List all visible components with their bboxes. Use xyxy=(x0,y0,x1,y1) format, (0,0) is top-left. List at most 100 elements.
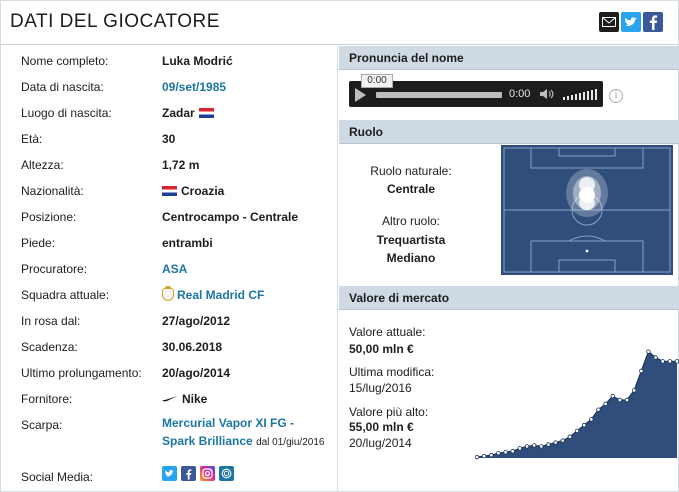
player-data-panel: DATI DEL GIOCATORE Nome completo: Luka M… xyxy=(0,0,679,492)
info-icon[interactable]: i xyxy=(609,89,623,103)
facebook-icon[interactable] xyxy=(643,12,663,32)
market-value-title: Valore di mercato xyxy=(349,291,450,305)
value-point[interactable] xyxy=(481,453,487,459)
row-full-name: Nome completo: Luka Modrić xyxy=(1,47,338,73)
real-madrid-crest-icon xyxy=(162,286,174,301)
position-heat xyxy=(566,169,608,217)
audio-time: 0:00 xyxy=(509,88,531,100)
volume-icon[interactable] xyxy=(539,88,555,100)
current-value: 50,00 mln € xyxy=(349,342,414,356)
row-supplier: Fornitore: Nike xyxy=(1,385,338,411)
row-height: Altezza: 1,72 m xyxy=(1,151,338,177)
value-point[interactable] xyxy=(553,440,558,445)
value-point[interactable] xyxy=(560,438,565,443)
agent-label: Procuratore: xyxy=(21,262,88,276)
position-value: Centrocampo - Centrale xyxy=(162,210,299,224)
volume-slider[interactable] xyxy=(563,89,597,100)
birth-date-link[interactable]: 09/set/1985 xyxy=(162,80,226,94)
row-boot: Scarpa: Mercurial Vapor XI FG - Spark Br… xyxy=(1,411,338,455)
contract-label: Scadenza: xyxy=(21,340,78,354)
row-extension: Ultimo prolungamento: 20/ago/2014 xyxy=(1,359,338,385)
height-label: Altezza: xyxy=(21,158,64,172)
facebook-icon[interactable] xyxy=(181,466,196,481)
club-text: Real Madrid CF xyxy=(177,288,265,302)
supplier-value: Nike xyxy=(162,392,207,406)
value-point[interactable] xyxy=(496,450,501,456)
twitter-icon[interactable] xyxy=(162,466,177,481)
row-agent: Procuratore: ASA xyxy=(1,255,338,281)
row-social: Social Media: xyxy=(1,463,338,489)
twitter-icon[interactable] xyxy=(621,12,641,32)
other-role-value-2: Mediano xyxy=(386,251,436,265)
row-birth-place: Luogo di nascita: Zadar xyxy=(1,99,338,125)
value-point[interactable] xyxy=(489,452,494,458)
value-point[interactable] xyxy=(674,359,679,364)
website-icon[interactable] xyxy=(219,466,234,481)
value-point[interactable] xyxy=(646,349,651,354)
birth-date-label: Data di nascita: xyxy=(21,80,104,94)
value-point[interactable] xyxy=(567,434,573,439)
value-point[interactable] xyxy=(617,397,623,403)
extension-value: 20/ago/2014 xyxy=(162,366,231,380)
value-point[interactable] xyxy=(510,449,515,454)
boot-label: Scarpa: xyxy=(21,418,63,432)
play-icon[interactable] xyxy=(355,88,366,102)
value-point[interactable] xyxy=(624,397,630,403)
last-change-date: 15/lug/2016 xyxy=(349,381,412,395)
nike-swoosh-icon xyxy=(162,396,178,402)
birth-place-text: Zadar xyxy=(162,106,195,120)
audio-progress-bar[interactable] xyxy=(376,92,502,98)
full-name-label: Nome completo: xyxy=(21,54,109,68)
side-column: Pronuncia del nome 0:00 0:00 i Ruolo Ruo… xyxy=(339,46,679,492)
croatia-flag-icon xyxy=(162,186,177,196)
nationality-label: Nazionalità: xyxy=(21,184,84,198)
value-point[interactable] xyxy=(574,428,580,434)
value-point[interactable] xyxy=(667,359,673,364)
value-point[interactable] xyxy=(531,443,537,448)
row-joined: In rosa dal: 27/ago/2012 xyxy=(1,307,338,333)
age-label: Età: xyxy=(21,132,43,146)
joined-label: In rosa dal: xyxy=(21,314,81,328)
value-point[interactable] xyxy=(524,444,530,449)
value-point[interactable] xyxy=(581,422,587,428)
row-contract: Scadenza: 30.06.2018 xyxy=(1,333,338,359)
value-point[interactable] xyxy=(596,407,601,412)
value-point[interactable] xyxy=(539,444,544,449)
supplier-text: Nike xyxy=(182,392,208,406)
value-point[interactable] xyxy=(610,393,615,399)
highest-value-label: Valore più alto: xyxy=(349,405,429,419)
value-point[interactable] xyxy=(631,388,637,393)
value-point[interactable] xyxy=(660,359,665,364)
club-link[interactable]: Real Madrid CF xyxy=(162,286,265,302)
joined-value: 27/ago/2012 xyxy=(162,314,231,328)
role-header: Ruolo xyxy=(339,120,679,144)
social-label: Social Media: xyxy=(21,470,94,484)
other-role-label: Altro ruolo: xyxy=(381,214,441,228)
foot-label: Piede: xyxy=(21,236,56,250)
pronunciation-title: Pronuncia del nome xyxy=(349,51,464,65)
market-value-header: Valore di mercato xyxy=(339,286,679,310)
mail-icon[interactable] xyxy=(599,12,619,32)
instagram-icon[interactable] xyxy=(200,466,215,481)
audio-time-tooltip: 0:00 xyxy=(361,74,393,88)
value-point[interactable] xyxy=(475,454,480,460)
value-point[interactable] xyxy=(546,442,551,447)
market-value-chart[interactable] xyxy=(475,338,679,460)
birth-place-label: Luogo di nascita: xyxy=(21,106,112,120)
row-nationality: Nazionalità: Croazia xyxy=(1,177,338,203)
agent-link[interactable]: ASA xyxy=(162,262,187,276)
age-value: 30 xyxy=(162,132,176,146)
nationality-value: Croazia xyxy=(162,184,224,198)
highest-value-date: 20/lug/2014 xyxy=(349,436,412,450)
value-point[interactable] xyxy=(653,355,658,360)
club-label: Squadra attuale: xyxy=(21,288,110,302)
foot-value: entrambi xyxy=(162,236,213,250)
value-point[interactable] xyxy=(517,446,523,451)
value-point[interactable] xyxy=(503,449,508,455)
row-club: Squadra attuale: Real Madrid CF xyxy=(1,281,338,307)
contract-value: 30.06.2018 xyxy=(162,340,223,354)
value-point[interactable] xyxy=(589,417,594,422)
value-point[interactable] xyxy=(639,368,644,374)
value-point[interactable] xyxy=(603,401,608,407)
social-icons xyxy=(162,466,234,481)
